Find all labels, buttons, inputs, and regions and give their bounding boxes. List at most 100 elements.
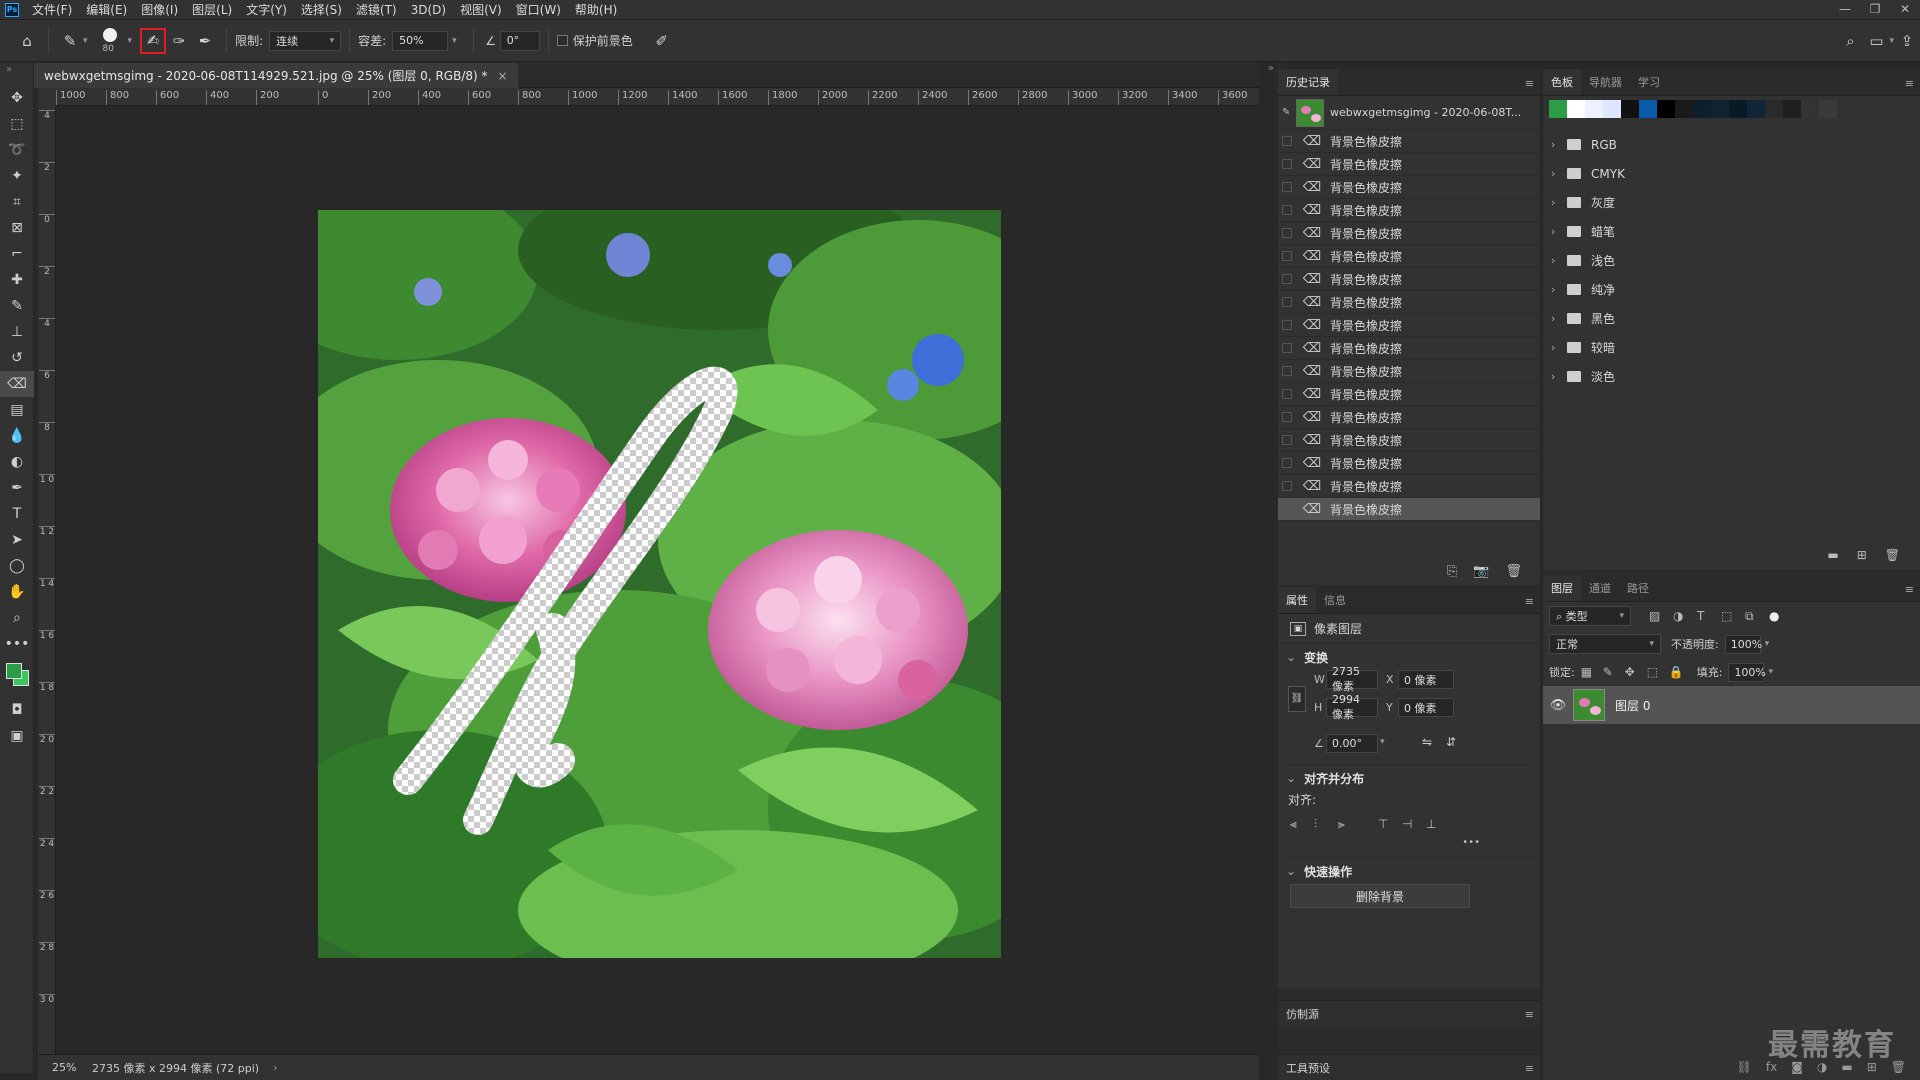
menu-filter[interactable]: 滤镜(T) bbox=[349, 1, 404, 18]
close-icon[interactable]: ✕ bbox=[1890, 0, 1920, 20]
panel-menu-icon[interactable]: ≡ bbox=[1905, 583, 1914, 596]
swatch[interactable] bbox=[1675, 100, 1693, 118]
history-source-checkbox[interactable] bbox=[1282, 320, 1292, 330]
new-group-icon[interactable]: ▬ bbox=[1827, 548, 1838, 562]
layer-name[interactable]: 图层 0 bbox=[1615, 697, 1650, 714]
chevron-down-icon[interactable]: ▾ bbox=[452, 36, 457, 46]
swatch-group[interactable]: › CMYK bbox=[1543, 159, 1920, 188]
swatch[interactable] bbox=[1765, 100, 1783, 118]
close-tab-icon[interactable]: × bbox=[498, 69, 508, 83]
marquee-tool-icon[interactable]: ⬚ bbox=[0, 111, 34, 137]
history-source-checkbox[interactable] bbox=[1282, 458, 1292, 468]
minimize-icon[interactable]: — bbox=[1830, 0, 1860, 20]
tab-swatches[interactable]: 色板 bbox=[1543, 69, 1581, 95]
y-field[interactable]: 0 像素 bbox=[1398, 698, 1454, 717]
swatch[interactable] bbox=[1621, 100, 1639, 118]
swatch-group[interactable]: › 蜡笔 bbox=[1543, 217, 1920, 246]
chevron-down-icon[interactable]: ▾ bbox=[1765, 639, 1770, 649]
history-step[interactable]: ⌫ 背景色橡皮擦 bbox=[1278, 383, 1540, 406]
type-tool-icon[interactable]: T bbox=[0, 501, 34, 527]
lock-all-icon[interactable]: 🔒 bbox=[1669, 665, 1691, 679]
align-top-icon[interactable]: ⊤ bbox=[1378, 817, 1402, 831]
crop-tool-icon[interactable]: ⌗ bbox=[0, 189, 34, 215]
filter-pixel-icon[interactable]: ▨ bbox=[1649, 609, 1673, 623]
history-source-checkbox[interactable] bbox=[1282, 481, 1292, 491]
history-snapshot[interactable]: ✎ webwxgetmsgimg - 2020-06-08T... bbox=[1278, 96, 1540, 130]
align-hcenter-icon[interactable]: ⫶ bbox=[1314, 817, 1338, 832]
tab-learn[interactable]: 学习 bbox=[1630, 69, 1668, 95]
limits-select[interactable]: 连续 ▾ bbox=[269, 30, 342, 51]
history-source-checkbox[interactable] bbox=[1282, 343, 1292, 353]
menu-view[interactable]: 视图(V) bbox=[453, 1, 509, 18]
history-source-checkbox[interactable] bbox=[1282, 297, 1292, 307]
x-field[interactable]: 0 像素 bbox=[1398, 670, 1454, 689]
foreground-color-swatch[interactable] bbox=[6, 663, 22, 679]
delete-swatch-icon[interactable]: 🗑 bbox=[1885, 548, 1900, 562]
restore-icon[interactable]: ❐ bbox=[1860, 0, 1890, 20]
brush-tool-icon[interactable]: ✎ bbox=[0, 293, 34, 319]
brush-preset-picker[interactable]: 80 bbox=[94, 24, 128, 58]
visibility-eye-icon[interactable]: 👁 bbox=[1543, 698, 1573, 713]
filter-shape-icon[interactable]: ⬚ bbox=[1721, 609, 1745, 623]
history-source-checkbox[interactable] bbox=[1282, 159, 1292, 169]
flip-horizontal-icon[interactable]: ⇋ bbox=[1422, 735, 1432, 749]
zoom-level[interactable]: 25% bbox=[38, 1061, 82, 1074]
history-brush-tool-icon[interactable]: ↺ bbox=[0, 345, 34, 371]
swatch-group[interactable]: › 灰度 bbox=[1543, 188, 1920, 217]
clone-source-panel[interactable]: 仿制源 ≡ bbox=[1278, 1000, 1540, 1026]
fill-field[interactable]: 100% bbox=[1728, 662, 1766, 682]
width-field[interactable]: 2735 像素 bbox=[1326, 665, 1378, 693]
history-step[interactable]: ⌫ 背景色橡皮擦 bbox=[1278, 337, 1540, 360]
zoom-tool-icon[interactable]: ⌕ bbox=[0, 605, 34, 631]
swatch[interactable] bbox=[1711, 100, 1729, 118]
swatch[interactable] bbox=[1585, 100, 1603, 118]
swatch[interactable] bbox=[1819, 100, 1837, 118]
sampling-background-swatch-icon[interactable]: ✒ bbox=[192, 32, 218, 50]
share-icon[interactable]: ⇪ bbox=[1894, 32, 1920, 50]
filter-toggle-icon[interactable]: ● bbox=[1769, 609, 1793, 623]
sampling-continuous-button[interactable]: ✍ bbox=[140, 27, 167, 54]
tolerance-field[interactable]: 50% bbox=[392, 30, 449, 51]
clone-stamp-tool-icon[interactable]: ⊥ bbox=[0, 319, 34, 345]
delete-state-icon[interactable]: 🗑 bbox=[1505, 564, 1522, 579]
menu-file[interactable]: 文件(F) bbox=[25, 1, 79, 18]
swatch[interactable] bbox=[1657, 100, 1675, 118]
swatch[interactable] bbox=[1747, 100, 1765, 118]
background-eraser-tool-icon[interactable]: ⌫ bbox=[0, 371, 34, 397]
healing-brush-tool-icon[interactable]: ✚ bbox=[0, 267, 34, 293]
eyedropper-tool-icon[interactable]: ⌐ bbox=[0, 241, 34, 267]
status-menu-arrow-icon[interactable]: › bbox=[273, 1061, 277, 1074]
blur-tool-icon[interactable]: 💧 bbox=[0, 423, 34, 449]
panel-menu-icon[interactable]: ≡ bbox=[1525, 595, 1534, 608]
remove-background-button[interactable]: 删除背景 bbox=[1290, 884, 1470, 908]
dodge-tool-icon[interactable]: ◐ bbox=[0, 449, 34, 475]
history-source-checkbox[interactable] bbox=[1282, 274, 1292, 284]
menu-type[interactable]: 文字(Y) bbox=[239, 1, 294, 18]
rotation-field[interactable]: 0.00° bbox=[1326, 734, 1378, 753]
history-source-checkbox[interactable] bbox=[1282, 228, 1292, 238]
menu-layer[interactable]: 图层(L) bbox=[185, 1, 239, 18]
tab-history[interactable]: 历史记录 bbox=[1278, 69, 1338, 95]
history-step[interactable]: ⌫ 背景色橡皮擦 bbox=[1278, 130, 1540, 153]
history-step-current[interactable]: ⌫ 背景色橡皮擦 bbox=[1278, 498, 1540, 521]
ellipse-tool-icon[interactable]: ◯ bbox=[0, 553, 34, 579]
lasso-tool-icon[interactable]: ➰ bbox=[0, 137, 34, 163]
frame-tool-icon[interactable]: ⊠ bbox=[0, 215, 34, 241]
history-source-checkbox[interactable] bbox=[1282, 389, 1292, 399]
vertical-ruler[interactable]: 4 2 0 2 4 6 8 1 0 1 2 1 4 1 6 1 8 2 0 2 … bbox=[38, 106, 56, 1054]
chevron-down-icon[interactable]: ▾ bbox=[1768, 667, 1773, 677]
swatch[interactable] bbox=[1801, 100, 1819, 118]
menu-image[interactable]: 图像(I) bbox=[134, 1, 185, 18]
filter-adjustment-icon[interactable]: ◑ bbox=[1673, 609, 1697, 623]
chevron-down-icon[interactable]: ▾ bbox=[83, 36, 88, 46]
swatch[interactable] bbox=[1693, 100, 1711, 118]
filter-smart-object-icon[interactable]: ⧉ bbox=[1745, 609, 1769, 624]
new-snapshot-icon[interactable]: 📷 bbox=[1473, 564, 1489, 579]
swatch-group[interactable]: › 纯净 bbox=[1543, 275, 1920, 304]
chevron-down-icon[interactable]: ▾ bbox=[128, 36, 133, 46]
horizontal-ruler[interactable]: 1000 800 600 400 200 0 200 400 600 800 1… bbox=[56, 88, 1259, 106]
search-icon[interactable]: ⌕ bbox=[1837, 32, 1863, 50]
tab-channels[interactable]: 通道 bbox=[1581, 575, 1619, 601]
move-tool-icon[interactable]: ✥ bbox=[0, 85, 34, 111]
layer-row[interactable]: 👁 图层 0 bbox=[1543, 686, 1920, 724]
